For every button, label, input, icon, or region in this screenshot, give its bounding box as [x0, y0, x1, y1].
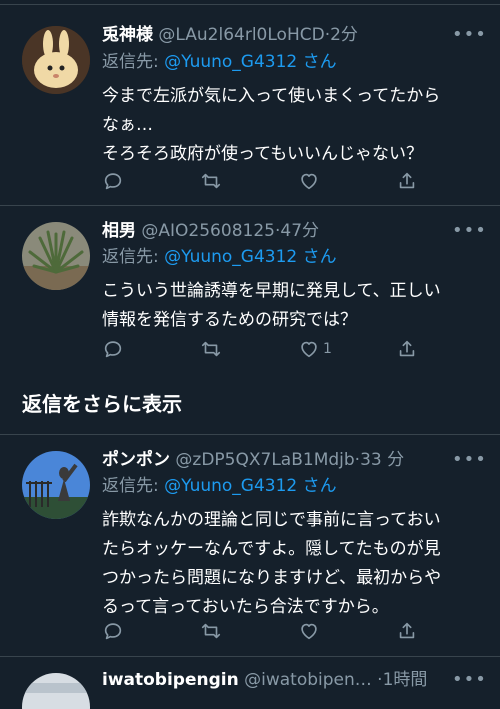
display-name[interactable]: iwatobipengin — [102, 670, 239, 690]
like-button[interactable] — [298, 168, 323, 194]
show-more-replies[interactable]: 返信をさらに表示 — [22, 390, 182, 418]
reply-suffix: さん — [297, 476, 337, 496]
display-name[interactable]: 相男 — [102, 221, 136, 241]
avatar[interactable] — [22, 451, 90, 519]
share-button[interactable] — [396, 618, 418, 644]
tweet-text: 今まで左派が気に入って使いまくってたから なぁ… そろそろ政府が使ってもいいんじ… — [102, 82, 482, 169]
user-handle[interactable]: @iwatobipen… — [244, 670, 372, 690]
share-icon — [399, 340, 415, 357]
share-icon — [399, 622, 415, 639]
retweet-button[interactable] — [200, 168, 222, 194]
avatar[interactable] — [22, 222, 90, 290]
reply-to-line: 返信先: @Yuuno_G4312 さん — [102, 50, 337, 74]
reply-button[interactable] — [102, 618, 124, 644]
share-icon — [399, 172, 415, 189]
tweet-text: 詐欺なんかの理論と同じで事前に言っておい たらオッケーなんですよ。隠してたものが… — [102, 506, 482, 622]
timestamp[interactable]: 33 分 — [360, 450, 404, 470]
avatar[interactable] — [22, 26, 90, 94]
reply-prefix: 返信先: — [102, 476, 165, 496]
action-bar: 1 — [100, 336, 430, 362]
tweet-line: なぁ… — [102, 115, 153, 135]
reply-button[interactable] — [102, 336, 124, 362]
more-icon[interactable]: ••• — [452, 23, 486, 47]
share-button[interactable] — [396, 336, 418, 362]
tweet-header: iwatobipengin @iwatobipen… ·1時間 — [102, 670, 428, 690]
share-button[interactable] — [396, 168, 418, 194]
mention-link[interactable]: @Yuuno_G4312 — [164, 52, 297, 72]
retweet-button[interactable] — [200, 618, 222, 644]
tweet-line: 今まで左派が気に入って使いまくってたから — [102, 86, 441, 106]
display-name[interactable]: 兎神様 — [102, 25, 153, 45]
avatar[interactable] — [22, 673, 90, 709]
user-handle[interactable]: @LAu2l64rl0LoHCD — [158, 25, 324, 45]
more-icon[interactable]: ••• — [452, 448, 486, 472]
reply-icon — [104, 623, 122, 640]
like-button[interactable]: 1 — [298, 336, 332, 362]
display-name[interactable]: ポンポン — [102, 450, 170, 470]
reply-tweet[interactable]: 相男 @AIO25608125·47分 ••• 返信先: @Yuuno_G431… — [0, 205, 500, 375]
like-icon — [301, 623, 317, 640]
reply-tweet[interactable]: 兎神様 @LAu2l64rl0LoHCD·2分 ••• 返信先: @Yuuno_… — [0, 0, 500, 205]
reply-to-line: 返信先: @Yuuno_G4312 さん — [102, 474, 337, 498]
tweet-text: こういう世論誘導を早期に発見して、正しい 情報を発信するための研究では？ — [102, 277, 482, 335]
more-icon[interactable]: ••• — [452, 668, 486, 692]
reply-prefix: 返信先: — [102, 52, 165, 72]
tweet-line: たらオッケーなんですよ。隠してたものが見 — [102, 539, 441, 559]
reply-icon — [104, 341, 122, 358]
retweet-icon — [201, 341, 221, 357]
mention-link[interactable]: @Yuuno_G4312 — [164, 476, 297, 496]
retweet-icon — [201, 623, 221, 639]
like-icon — [301, 173, 317, 190]
reply-suffix: さん — [297, 52, 337, 72]
tweet-line: こういう世論誘導を早期に発見して、正しい — [102, 281, 441, 301]
retweet-button[interactable] — [200, 336, 222, 362]
action-bar — [100, 168, 430, 194]
mention-link[interactable]: @Yuuno_G4312 — [164, 247, 297, 267]
tweet-line: 詐欺なんかの理論と同じで事前に言っておい — [102, 510, 441, 530]
tweet-line: そろそろ政府が使ってもいいんじゃない？ — [102, 144, 423, 164]
timestamp[interactable]: 47分 — [280, 221, 319, 241]
reply-icon — [104, 173, 122, 190]
reply-button[interactable] — [102, 168, 124, 194]
like-icon — [301, 341, 317, 358]
reply-to-line: 返信先: @Yuuno_G4312 さん — [102, 245, 337, 269]
user-handle[interactable]: @AIO25608125 — [141, 221, 275, 241]
reply-suffix: さん — [297, 247, 337, 267]
reply-tweet[interactable]: ポンポン @zDP5QX7LaB1Mdjb·33 分 ••• 返信先: @Yuu… — [0, 434, 500, 656]
user-handle[interactable]: @zDP5QX7LaB1Mdjb — [175, 450, 354, 470]
like-count: 1 — [323, 341, 332, 357]
like-button[interactable] — [298, 618, 323, 644]
tweet-line: つかったら問題になりますけど、最初からや — [102, 568, 442, 588]
action-bar — [100, 618, 430, 644]
reply-prefix: 返信先: — [102, 247, 165, 267]
tweet-header: ポンポン @zDP5QX7LaB1Mdjb·33 分 — [102, 450, 405, 470]
timestamp[interactable]: 2分 — [330, 25, 358, 45]
tweet-header: 相男 @AIO25608125·47分 — [102, 221, 320, 241]
reply-tweet[interactable]: iwatobipengin @iwatobipen… ·1時間 ••• — [0, 656, 500, 709]
more-icon[interactable]: ••• — [452, 219, 486, 243]
retweet-icon — [201, 173, 221, 189]
tweet-header: 兎神様 @LAu2l64rl0LoHCD·2分 — [102, 25, 358, 45]
tweet-line: 情報を発信するための研究では？ — [102, 310, 357, 330]
timestamp[interactable]: 1時間 — [383, 670, 428, 690]
